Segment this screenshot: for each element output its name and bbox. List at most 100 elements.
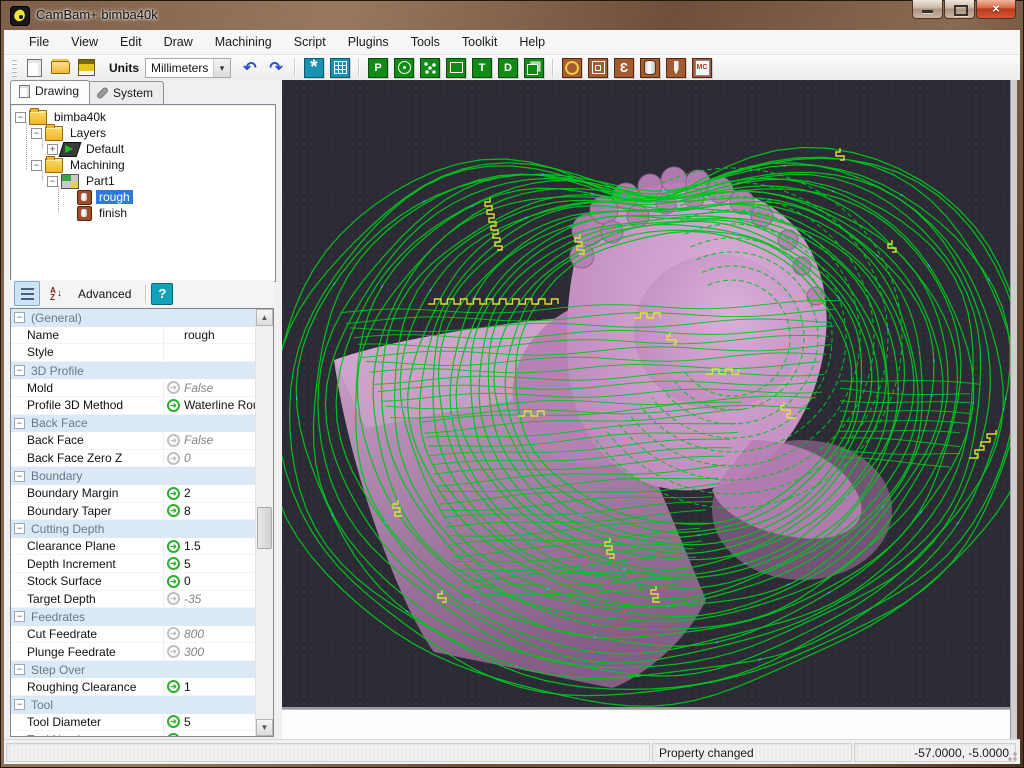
collapse-icon[interactable]: − [31,128,42,139]
toggle-axes-icon[interactable]: * [304,58,324,78]
property-value[interactable]: 8 [184,504,191,518]
property-value[interactable]: 5 [184,715,191,729]
property-value[interactable]: 1.5 [184,539,201,553]
categorized-view-button[interactable] [14,281,40,306]
mop-lathe-icon[interactable] [640,58,660,78]
draw-3d-object-icon[interactable] [524,58,544,78]
scroll-up-button[interactable]: ▲ [256,309,273,326]
property-value[interactable]: 800 [184,627,204,641]
tree-item-label[interactable]: finish [96,206,130,220]
collapse-icon[interactable]: − [14,611,25,622]
property-row-depth-increment[interactable]: Depth Increment➜5 [11,555,256,573]
property-value[interactable]: 5 [184,557,191,571]
property-row-boundary-margin[interactable]: Boundary Margin➜2 [11,485,256,503]
collapse-icon[interactable]: − [14,418,25,429]
tree-item-finish[interactable]: finish [11,205,275,221]
collapse-icon[interactable]: − [15,112,26,123]
property-category-boundary[interactable]: −Boundary [11,467,256,485]
property-row-back-face[interactable]: Back Face➜False [11,432,256,450]
mop-engrave-icon[interactable] [666,58,686,78]
draw-polyline-icon[interactable]: P [368,58,388,78]
tree-item-label[interactable]: Part1 [83,174,118,188]
tree-item-part1[interactable]: − Part1 [11,173,275,189]
alphabetical-sort-button[interactable]: AZ ↓ [44,282,68,305]
draw-points-icon[interactable] [420,58,440,78]
close-button[interactable]: × [976,0,1016,19]
units-combobox[interactable]: Millimeters ▾ [145,58,231,78]
title-bar[interactable]: CamBam+ bimba40k × [0,0,1024,30]
scroll-thumb[interactable] [257,507,272,549]
collapse-icon[interactable]: − [14,664,25,675]
property-row-clearance-plane[interactable]: Clearance Plane➜1.5 [11,538,256,556]
tree-item-layers[interactable]: − Layers [11,125,275,141]
expand-icon[interactable]: + [47,144,58,155]
property-category-feedrates[interactable]: −Feedrates [11,608,256,626]
property-row-stock-surface[interactable]: Stock Surface➜0 [11,573,256,591]
open-file-icon[interactable] [50,58,70,78]
property-row-name[interactable]: Namerough [11,327,256,345]
property-row-boundary-taper[interactable]: Boundary Taper➜8 [11,503,256,521]
collapse-icon[interactable]: − [14,471,25,482]
property-row-tool-diameter[interactable]: Tool Diameter➜5 [11,714,256,732]
maximize-button[interactable] [944,0,975,19]
property-value[interactable]: 300 [184,645,204,659]
tree-item-default[interactable]: + Default [11,141,275,157]
undo-icon[interactable]: ↶ [240,58,260,78]
property-row-style[interactable]: Style [11,344,256,362]
menu-item-view[interactable]: View [60,32,109,52]
tree-item-rough[interactable]: rough [11,189,275,205]
propgrid-scrollbar[interactable]: ▲ ▼ [255,309,273,736]
tree-item-label[interactable]: Machining [67,158,128,172]
tree-item-label[interactable]: Layers [67,126,109,140]
property-row-plunge-feedrate[interactable]: Plunge Feedrate➜300 [11,643,256,661]
collapse-icon[interactable]: − [14,365,25,376]
tree-item-label[interactable]: Default [83,142,127,156]
property-category-back-face[interactable]: −Back Face [11,415,256,433]
resize-grip[interactable] [1005,749,1018,762]
menu-item-machining[interactable]: Machining [204,32,283,52]
property-value[interactable]: -35 [184,592,201,606]
collapse-icon[interactable]: − [14,699,25,710]
viewport-3d[interactable] [282,80,1010,707]
property-row-mold[interactable]: Mold➜False [11,379,256,397]
chevron-down-icon[interactable]: ▾ [213,59,230,77]
tree-item-label[interactable]: bimba40k [51,110,109,124]
menu-item-file[interactable]: File [18,32,60,52]
scroll-down-button[interactable]: ▼ [256,719,273,736]
property-value[interactable]: False [184,433,213,447]
menu-item-edit[interactable]: Edit [109,32,153,52]
property-value[interactable]: 2 [184,486,191,500]
minimize-button[interactable] [912,0,943,19]
tree-item-label[interactable]: rough [96,190,133,204]
tab-system[interactable]: System [88,81,164,104]
property-category-tool[interactable]: −Tool [11,696,256,714]
advanced-button[interactable]: Advanced [68,283,141,305]
property-value[interactable]: Waterline Rough [184,398,256,412]
property-row-target-depth[interactable]: Target Depth➜-35 [11,591,256,609]
property-value[interactable]: False [184,381,213,395]
property-category-cutting-depth[interactable]: −Cutting Depth [11,520,256,538]
collapse-icon[interactable]: − [31,160,42,171]
tree-item-bimba40k[interactable]: − bimba40k [11,109,275,125]
property-row-back-face-zero-z[interactable]: Back Face Zero Z➜0 [11,450,256,468]
toolbar-grip[interactable] [12,59,17,77]
new-file-icon[interactable] [24,58,44,78]
draw-text-icon[interactable]: T [472,58,492,78]
draw-circle-icon[interactable] [394,58,414,78]
property-category-step-over[interactable]: −Step Over [11,661,256,679]
menu-item-draw[interactable]: Draw [153,32,204,52]
property-row-cut-feedrate[interactable]: Cut Feedrate➜800 [11,626,256,644]
mop-profile-icon[interactable]: Ɛ [614,58,634,78]
menu-item-tools[interactable]: Tools [400,32,451,52]
toggle-grid-icon[interactable] [330,58,350,78]
menu-item-toolkit[interactable]: Toolkit [451,32,508,52]
property-category-3d-profile[interactable]: −3D Profile [11,362,256,380]
collapse-icon[interactable]: − [14,523,25,534]
collapse-icon[interactable]: − [47,176,58,187]
property-row-profile-3d-method[interactable]: Profile 3D Method➜Waterline Rough [11,397,256,415]
property-row-tool-number[interactable]: Tool Number➜ [11,731,256,737]
mop-drill-icon[interactable] [562,58,582,78]
save-file-icon[interactable] [76,58,96,78]
tab-drawing[interactable]: Drawing [10,80,90,104]
menu-item-script[interactable]: Script [283,32,337,52]
